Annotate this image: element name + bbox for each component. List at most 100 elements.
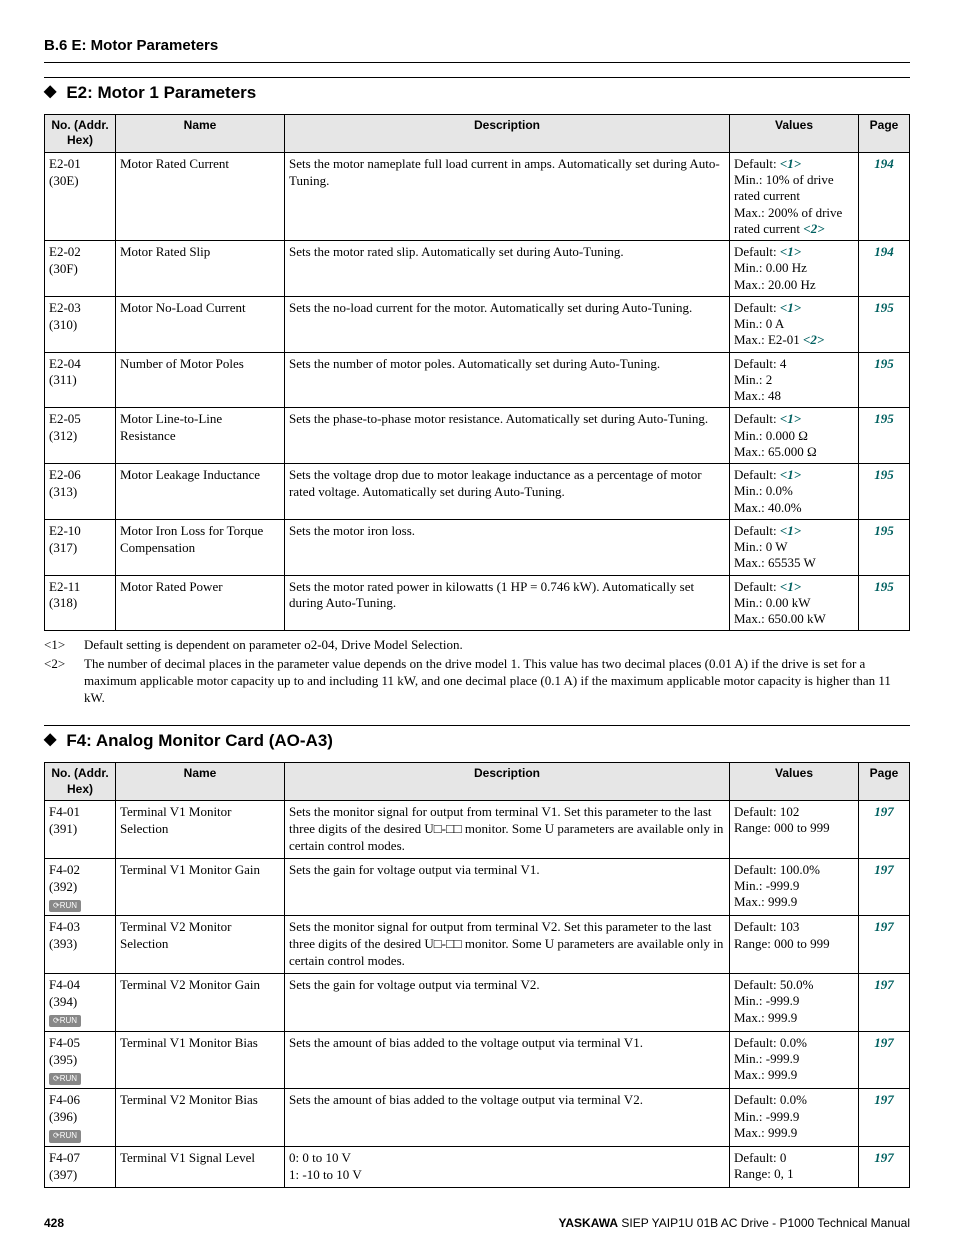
cell-values: Default: 103Range: 000 to 999 xyxy=(730,916,859,974)
cell-name: Terminal V1 Signal Level xyxy=(116,1147,285,1188)
cell-no: E2-06(313) xyxy=(45,464,116,520)
cell-name: Number of Motor Poles xyxy=(116,352,285,408)
cell-desc: Sets the amount of bias added to the vol… xyxy=(285,1089,730,1147)
col-desc: Description xyxy=(285,762,730,800)
cell-desc: Sets the motor iron loss. xyxy=(285,519,730,575)
cell-values: Default: 0.0%Min.: -999.9Max.: 999.9 xyxy=(730,1089,859,1147)
run-badge-icon: ⟳RUN xyxy=(49,1130,81,1142)
cell-page-ref[interactable]: 195 xyxy=(859,464,910,520)
cell-page-ref[interactable]: 195 xyxy=(859,519,910,575)
cell-page-ref[interactable]: 197 xyxy=(859,801,910,859)
cell-page-ref[interactable]: 197 xyxy=(859,974,910,1032)
cell-values: Default: 0.0%Min.: -999.9Max.: 999.9 xyxy=(730,1031,859,1089)
cell-values: Default: <1>Min.: 0 AMax.: E2-01 <2> xyxy=(730,296,859,352)
col-no: No. (Addr. Hex) xyxy=(45,114,116,152)
cell-desc: Sets the amount of bias added to the vol… xyxy=(285,1031,730,1089)
cell-no: F4-06(396)⟳RUN xyxy=(45,1089,116,1147)
table-row: E2-02(30F)Motor Rated SlipSets the motor… xyxy=(45,241,910,297)
cell-no: E2-11(318) xyxy=(45,575,116,631)
cell-no: F4-01(391) xyxy=(45,801,116,859)
table-row: E2-04(311)Number of Motor PolesSets the … xyxy=(45,352,910,408)
diamond-icon: ◆ xyxy=(44,730,56,751)
cell-page-ref[interactable]: 194 xyxy=(859,241,910,297)
col-page: Page xyxy=(859,114,910,152)
diamond-icon: ◆ xyxy=(44,82,56,103)
table-row: E2-06(313)Motor Leakage InductanceSets t… xyxy=(45,464,910,520)
cell-desc: Sets the monitor signal for output from … xyxy=(285,801,730,859)
cell-no: E2-05(312) xyxy=(45,408,116,464)
cell-no: F4-05(395)⟳RUN xyxy=(45,1031,116,1089)
cell-no: F4-07(397) xyxy=(45,1147,116,1188)
cell-values: Default: <1>Min.: 0.00 kWMax.: 650.00 kW xyxy=(730,575,859,631)
cell-no: F4-02(392)⟳RUN xyxy=(45,858,116,916)
cell-no: E2-10(317) xyxy=(45,519,116,575)
cell-page-ref[interactable]: 197 xyxy=(859,858,910,916)
col-desc: Description xyxy=(285,114,730,152)
table-row: E2-10(317)Motor Iron Loss for Torque Com… xyxy=(45,519,910,575)
table-row: E2-11(318)Motor Rated PowerSets the moto… xyxy=(45,575,910,631)
table-row: E2-01(30E)Motor Rated CurrentSets the mo… xyxy=(45,152,910,240)
col-name: Name xyxy=(116,114,285,152)
cell-values: Default: 0Range: 0, 1 xyxy=(730,1147,859,1188)
cell-page-ref[interactable]: 195 xyxy=(859,352,910,408)
cell-desc: 0: 0 to 10 V1: -10 to 10 V xyxy=(285,1147,730,1188)
table-row: F4-02(392)⟳RUNTerminal V1 Monitor GainSe… xyxy=(45,858,910,916)
cell-name: Motor No-Load Current xyxy=(116,296,285,352)
cell-page-ref[interactable]: 195 xyxy=(859,296,910,352)
cell-page-ref[interactable]: 197 xyxy=(859,916,910,974)
cell-values: Default: 50.0%Min.: -999.9Max.: 999.9 xyxy=(730,974,859,1032)
cell-no: E2-01(30E) xyxy=(45,152,116,240)
cell-page-ref[interactable]: 197 xyxy=(859,1089,910,1147)
cell-values: Default: <1>Min.: 0.00 HzMax.: 20.00 Hz xyxy=(730,241,859,297)
cell-desc: Sets the number of motor poles. Automati… xyxy=(285,352,730,408)
doc-name: SIEP YAIP1U 01B AC Drive - P1000 Technic… xyxy=(618,1216,910,1230)
cell-values: Default: 102Range: 000 to 999 xyxy=(730,801,859,859)
table-row: E2-03(310)Motor No-Load CurrentSets the … xyxy=(45,296,910,352)
cell-values: Default: <1>Min.: 10% of drive rated cur… xyxy=(730,152,859,240)
cell-desc: Sets the voltage drop due to motor leaka… xyxy=(285,464,730,520)
page-number: 428 xyxy=(44,1216,64,1232)
cell-no: F4-03(393) xyxy=(45,916,116,974)
cell-desc: Sets the gain for voltage output via ter… xyxy=(285,858,730,916)
section-e2-title: E2: Motor 1 Parameters xyxy=(66,82,256,104)
cell-name: Motor Rated Current xyxy=(116,152,285,240)
col-name: Name xyxy=(116,762,285,800)
table-header-row: No. (Addr. Hex) Name Description Values … xyxy=(45,114,910,152)
cell-page-ref[interactable]: 197 xyxy=(859,1031,910,1089)
cell-page-ref[interactable]: 195 xyxy=(859,408,910,464)
doc-title: YASKAWA SIEP YAIP1U 01B AC Drive - P1000… xyxy=(558,1216,910,1232)
cell-name: Motor Rated Power xyxy=(116,575,285,631)
cell-no: F4-04(394)⟳RUN xyxy=(45,974,116,1032)
cell-page-ref[interactable]: 197 xyxy=(859,1147,910,1188)
cell-no: E2-02(30F) xyxy=(45,241,116,297)
table-row: F4-05(395)⟳RUNTerminal V1 Monitor BiasSe… xyxy=(45,1031,910,1089)
footnote-2-tag: <2> xyxy=(44,656,84,707)
cell-values: Default: 4Min.: 2Max.: 48 xyxy=(730,352,859,408)
cell-page-ref[interactable]: 194 xyxy=(859,152,910,240)
cell-no: E2-04(311) xyxy=(45,352,116,408)
cell-name: Terminal V2 Monitor Selection xyxy=(116,916,285,974)
cell-desc: Sets the monitor signal for output from … xyxy=(285,916,730,974)
section-f4-heading: ◆ F4: Analog Monitor Card (AO-A3) xyxy=(44,725,910,752)
table-row: F4-01(391)Terminal V1 Monitor SelectionS… xyxy=(45,801,910,859)
cell-values: Default: 100.0%Min.: -999.9Max.: 999.9 xyxy=(730,858,859,916)
cell-page-ref[interactable]: 195 xyxy=(859,575,910,631)
cell-desc: Sets the motor rated slip. Automatically… xyxy=(285,241,730,297)
cell-desc: Sets the phase-to-phase motor resistance… xyxy=(285,408,730,464)
col-no: No. (Addr. Hex) xyxy=(45,762,116,800)
col-val: Values xyxy=(730,114,859,152)
col-val: Values xyxy=(730,762,859,800)
cell-values: Default: <1>Min.: 0.0%Max.: 40.0% xyxy=(730,464,859,520)
brand: YASKAWA xyxy=(558,1216,618,1230)
cell-name: Motor Rated Slip xyxy=(116,241,285,297)
footnote-1: <1> Default setting is dependent on para… xyxy=(44,637,910,654)
cell-name: Terminal V2 Monitor Bias xyxy=(116,1089,285,1147)
footnote-1-text: Default setting is dependent on paramete… xyxy=(84,637,463,654)
run-badge-icon: ⟳RUN xyxy=(49,1015,81,1027)
page-footer: 428 YASKAWA SIEP YAIP1U 01B AC Drive - P… xyxy=(44,1216,910,1232)
table-row: E2-05(312)Motor Line-to-Line ResistanceS… xyxy=(45,408,910,464)
page-header: B.6 E: Motor Parameters xyxy=(44,36,910,63)
section-f4-title: F4: Analog Monitor Card (AO-A3) xyxy=(66,730,333,752)
cell-desc: Sets the motor rated power in kilowatts … xyxy=(285,575,730,631)
cell-desc: Sets the gain for voltage output via ter… xyxy=(285,974,730,1032)
